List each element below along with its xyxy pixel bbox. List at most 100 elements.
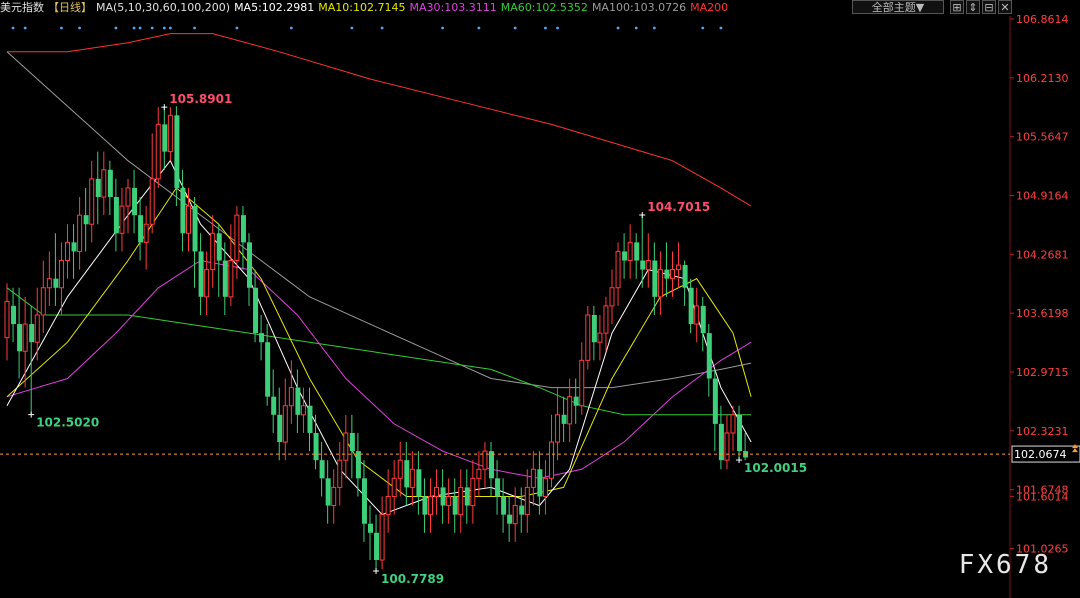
candle-body-up bbox=[40, 287, 46, 316]
event-marker bbox=[556, 26, 559, 30]
candle-body-up bbox=[530, 468, 536, 488]
ma200-line bbox=[7, 33, 752, 207]
candle-body-up bbox=[331, 486, 337, 507]
candle-body-down bbox=[349, 432, 355, 452]
candle-body-up bbox=[409, 468, 415, 488]
y-tick-label: 105.5647 bbox=[1016, 131, 1069, 144]
event-marker bbox=[652, 26, 656, 30]
candle-body-down bbox=[162, 124, 168, 152]
candle-body-down bbox=[355, 451, 361, 479]
candle-body-down bbox=[319, 460, 325, 479]
event-marker bbox=[150, 26, 154, 30]
candle-body-up bbox=[155, 123, 161, 180]
chart-window: { "header": { "symbol": "美元指数", "period"… bbox=[0, 0, 1080, 598]
candle-body-down bbox=[180, 187, 186, 234]
candle-body-down bbox=[174, 115, 180, 188]
candle-body-down bbox=[489, 451, 494, 479]
candle-body-down bbox=[361, 478, 367, 524]
event-marker bbox=[350, 26, 354, 30]
candlestick-chart[interactable]: 106.8614 106.2130 105.5647 104.9164 104.2681… bbox=[0, 0, 1080, 598]
y-tick-label: 106.2130 bbox=[1016, 72, 1069, 85]
low-annotation: 102.5020 bbox=[36, 416, 99, 430]
candle-body-down bbox=[664, 269, 670, 279]
candle-body-up bbox=[724, 432, 730, 461]
candle-body-down bbox=[573, 396, 579, 406]
event-marker bbox=[634, 26, 638, 30]
candle-body-up bbox=[143, 223, 149, 243]
candle-body-down bbox=[507, 514, 513, 524]
event-marker bbox=[132, 26, 136, 30]
candle-body-up bbox=[391, 477, 397, 497]
event-marker bbox=[719, 26, 723, 30]
event-marker bbox=[23, 26, 27, 30]
candle-body-up bbox=[446, 495, 452, 507]
candle-body-up bbox=[34, 314, 40, 343]
candle-body-down bbox=[706, 333, 712, 379]
candle-body-up bbox=[730, 414, 736, 434]
y-tick-label: 104.2681 bbox=[1016, 248, 1069, 261]
candle-body-down bbox=[138, 215, 144, 243]
candle-body-up bbox=[101, 169, 107, 198]
candle-body-up bbox=[542, 477, 548, 497]
event-marker bbox=[616, 26, 620, 30]
candle-body-down bbox=[688, 287, 694, 325]
candle-body-down bbox=[71, 242, 77, 252]
candle-body-up bbox=[125, 187, 131, 207]
candle-body-up bbox=[694, 305, 700, 325]
y-tick-label: 104.9164 bbox=[1016, 190, 1069, 203]
candle-body-up bbox=[524, 486, 530, 516]
candle-body-down bbox=[640, 260, 646, 270]
candle-body-down bbox=[440, 487, 446, 506]
candle-body-up bbox=[676, 264, 682, 271]
candle-body-up bbox=[627, 241, 633, 262]
low-annotation: 102.0015 bbox=[744, 461, 807, 475]
candle-body-down bbox=[307, 405, 313, 433]
candle-body-down bbox=[95, 178, 101, 198]
low-annotation: 100.7789 bbox=[381, 572, 444, 586]
candle-body-up bbox=[597, 332, 603, 343]
candle-body-down bbox=[277, 414, 283, 443]
candle-body-up bbox=[603, 305, 609, 334]
candle-body-up bbox=[204, 269, 210, 298]
candle-body-down bbox=[652, 260, 658, 297]
event-marker bbox=[380, 26, 384, 30]
event-marker bbox=[78, 26, 81, 30]
candle-body-up bbox=[167, 114, 173, 153]
candle-body-down bbox=[83, 215, 89, 225]
candle-body-up bbox=[470, 477, 476, 507]
event-marker bbox=[138, 26, 142, 30]
candle-body-down bbox=[622, 251, 628, 261]
candle-body-up bbox=[434, 486, 440, 497]
event-marker bbox=[168, 26, 172, 30]
candle-body-up bbox=[512, 505, 518, 525]
candle-body-down bbox=[17, 324, 23, 352]
candle-body-down bbox=[682, 265, 688, 288]
candle-body-up bbox=[288, 387, 294, 407]
candle-body-down bbox=[132, 187, 138, 216]
candle-body-down bbox=[198, 251, 204, 297]
ma10-line bbox=[6, 187, 752, 497]
event-marker bbox=[701, 26, 705, 30]
candle-body-up bbox=[343, 432, 349, 461]
candle-body-up bbox=[234, 214, 240, 262]
y-tick-label: 102.3231 bbox=[1016, 425, 1069, 438]
candle-body-up bbox=[458, 486, 464, 516]
candle-body-up bbox=[65, 241, 70, 262]
event-marker bbox=[162, 26, 166, 30]
candle-body-up bbox=[579, 359, 585, 407]
candle-body-down bbox=[374, 532, 380, 561]
candle-body-down bbox=[192, 206, 198, 252]
candle-body-up bbox=[476, 468, 482, 479]
watermark-logo: FX678 bbox=[958, 550, 1052, 580]
candle-body-down bbox=[216, 233, 222, 261]
candle-body-down bbox=[259, 333, 265, 343]
event-marker bbox=[477, 26, 481, 30]
event-marker bbox=[289, 26, 293, 30]
candle-body-down bbox=[634, 242, 640, 261]
candle-body-up bbox=[385, 495, 391, 516]
candle-body-down bbox=[591, 314, 597, 343]
event-marker bbox=[441, 26, 444, 30]
candle-body-up bbox=[585, 314, 591, 361]
y-tick-label: 102.9715 bbox=[1016, 366, 1069, 379]
candle-body-up bbox=[645, 260, 651, 271]
